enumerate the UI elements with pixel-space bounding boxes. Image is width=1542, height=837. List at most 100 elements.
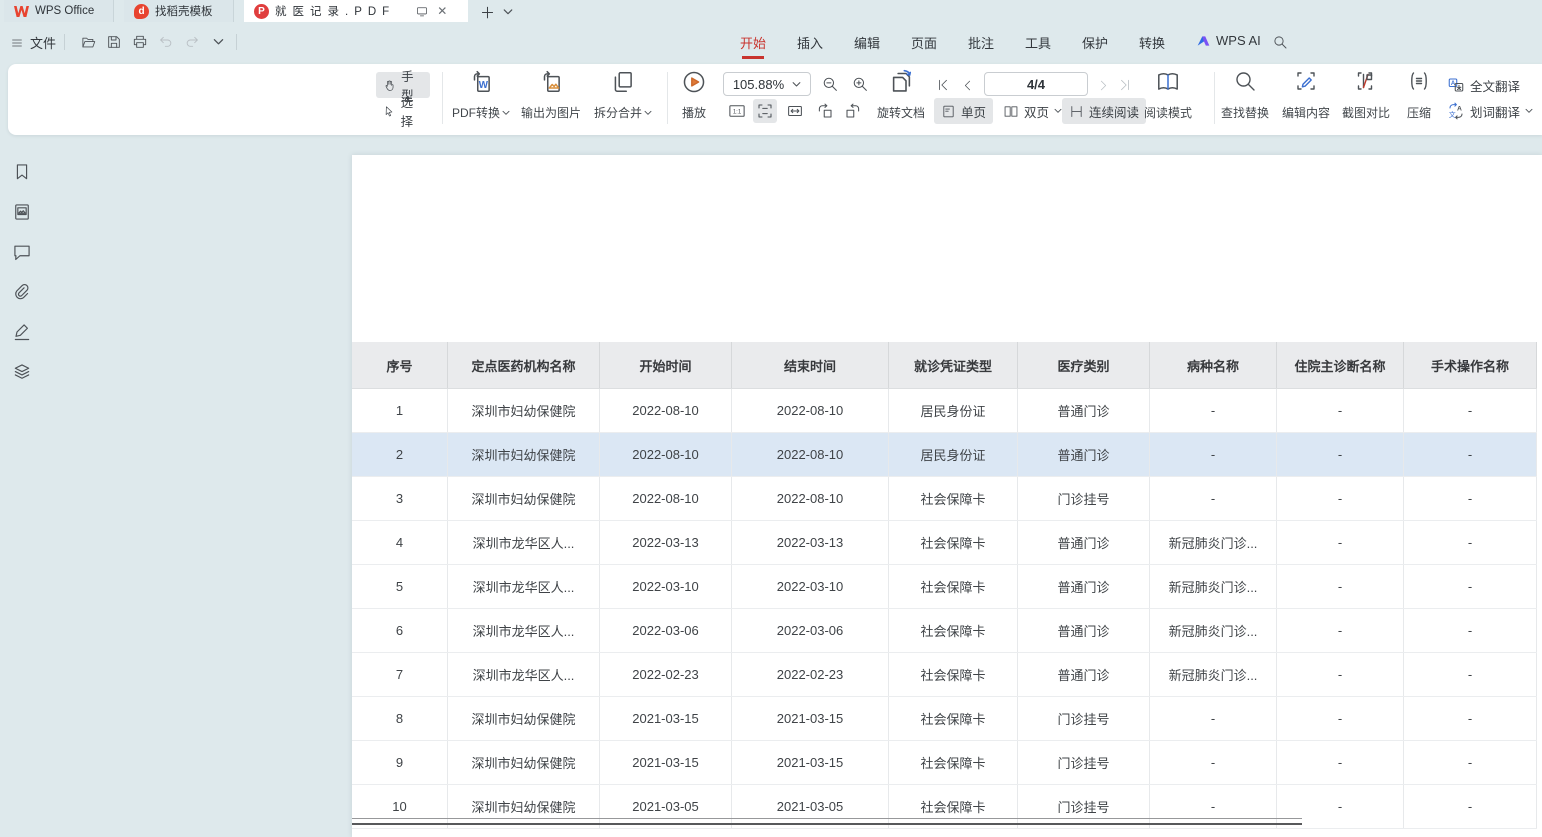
table-cell: 门诊挂号 — [1018, 477, 1150, 520]
layers-panel-button[interactable] — [12, 362, 32, 382]
table-cell: 2022-03-10 — [600, 565, 732, 608]
fit-page-button[interactable] — [753, 99, 777, 123]
chevron-down-icon — [644, 110, 652, 116]
chevron-down-icon — [792, 81, 801, 88]
table-cell: 2021-03-15 — [600, 741, 732, 784]
next-page-button[interactable] — [1094, 76, 1112, 94]
column-header: 结束时间 — [732, 342, 889, 388]
table-cell: 深圳市龙华区人... — [448, 653, 600, 696]
table-cell: 2022-03-13 — [732, 521, 889, 564]
table-cell: 2 — [352, 433, 448, 476]
table-cell: 深圳市妇幼保健院 — [448, 741, 600, 784]
table-cell: 新冠肺炎门诊... — [1150, 565, 1277, 608]
table-cell: 普通门诊 — [1018, 433, 1150, 476]
table-cell: 普通门诊 — [1018, 565, 1150, 608]
find-replace-button[interactable]: 查找替换 — [1216, 67, 1274, 123]
table-cell: 2022-02-23 — [600, 653, 732, 696]
continuous-reading-icon — [1069, 104, 1084, 119]
zoom-level-select[interactable]: 105.88% — [723, 72, 811, 96]
single-page-button[interactable]: 单页 — [934, 98, 993, 124]
rotate-right-button[interactable] — [841, 99, 865, 123]
table-bottom-border — [352, 818, 1302, 825]
play-button[interactable]: 播放 — [668, 67, 720, 123]
comments-panel-button[interactable] — [12, 242, 32, 262]
table-cell: 2022-03-10 — [732, 565, 889, 608]
svg-text:A: A — [1457, 105, 1462, 112]
svg-text:文: 文 — [1449, 110, 1456, 119]
table-cell: 普通门诊 — [1018, 653, 1150, 696]
table-cell: - — [1277, 697, 1404, 740]
last-page-button[interactable] — [1116, 76, 1134, 94]
comment-icon — [12, 242, 32, 262]
thumbnails-panel-button[interactable] — [12, 202, 32, 222]
zoom-in-button[interactable] — [848, 72, 872, 96]
hand-icon — [383, 78, 396, 93]
table-cell: 居民身份证 — [889, 389, 1018, 432]
continuous-reading-button[interactable]: 连续阅读 — [1062, 98, 1146, 124]
screenshot-compare-button[interactable]: 截图对比 — [1337, 67, 1395, 123]
word-translate-button[interactable]: A文 划词翻译 — [1440, 98, 1540, 124]
column-header: 医疗类别 — [1018, 342, 1150, 388]
double-page-button[interactable]: 双页 — [996, 98, 1069, 124]
screenshot-compare-icon — [1354, 69, 1378, 93]
select-tool-button[interactable]: 选择 — [376, 98, 430, 124]
table-cell: - — [1404, 433, 1537, 476]
table-cell: 4 — [352, 521, 448, 564]
table-cell: 2021-03-15 — [732, 741, 889, 784]
table-row: 5深圳市龙华区人...2022-03-102022-03-10社会保障卡普通门诊… — [352, 565, 1537, 609]
page-number-input[interactable]: 4/4 — [984, 72, 1088, 96]
table-cell: - — [1404, 477, 1537, 520]
svg-text:1:1: 1:1 — [733, 110, 742, 116]
previous-page-button[interactable] — [958, 76, 976, 94]
table-cell: - — [1277, 389, 1404, 432]
actual-size-button[interactable]: 1:1 — [725, 99, 749, 123]
split-merge-button[interactable]: 拆分合并 — [589, 67, 657, 123]
export-image-button[interactable]: 输出为图片 — [515, 67, 587, 123]
signature-panel-button[interactable] — [12, 322, 32, 342]
full-text-translate-button[interactable]: A 全文翻译 — [1440, 72, 1527, 98]
find-replace-icon — [1233, 69, 1257, 93]
table-cell: 深圳市妇幼保健院 — [448, 389, 600, 432]
edit-content-button[interactable]: 编辑内容 — [1277, 67, 1335, 123]
attachments-panel-button[interactable] — [12, 282, 32, 302]
table-body: 1深圳市妇幼保健院2022-08-102022-08-10居民身份证普通门诊--… — [352, 389, 1537, 829]
table-cell: - — [1277, 609, 1404, 652]
table-cell: 9 — [352, 741, 448, 784]
table-cell: 门诊挂号 — [1018, 741, 1150, 784]
table-cell: 社会保障卡 — [889, 609, 1018, 652]
table-cell: - — [1404, 785, 1537, 828]
single-page-icon — [941, 104, 956, 119]
table-cell: 2022-08-10 — [732, 433, 889, 476]
bookmark-icon — [12, 162, 32, 182]
pdf-page: 序号定点医药机构名称开始时间结束时间就诊凭证类型医疗类别病种名称住院主诊断名称手… — [352, 155, 1542, 837]
table-row: 3深圳市妇幼保健院2022-08-102022-08-10社会保障卡门诊挂号--… — [352, 477, 1537, 521]
table-cell: - — [1150, 477, 1277, 520]
bookmarks-panel-button[interactable] — [12, 162, 32, 182]
compress-button[interactable]: 压缩 — [1395, 67, 1443, 123]
attachment-icon — [12, 282, 32, 302]
table-cell: - — [1277, 741, 1404, 784]
table-cell: 2022-08-10 — [600, 477, 732, 520]
pdf-convert-icon: W — [468, 69, 494, 95]
table-cell: 居民身份证 — [889, 433, 1018, 476]
rotate-left-button[interactable] — [813, 99, 837, 123]
table-cell: - — [1277, 521, 1404, 564]
rotate-document-button[interactable]: 旋转文档 — [871, 67, 931, 123]
zoom-out-button[interactable] — [818, 72, 842, 96]
thumbnails-icon — [12, 202, 32, 222]
cursor-icon — [383, 104, 396, 119]
table-cell: 深圳市妇幼保健院 — [448, 477, 600, 520]
table-cell: - — [1277, 477, 1404, 520]
table-cell: - — [1150, 389, 1277, 432]
table-cell: 6 — [352, 609, 448, 652]
pdf-convert-button[interactable]: W PDF转换 — [447, 67, 515, 123]
table-cell: 普通门诊 — [1018, 389, 1150, 432]
read-mode-button[interactable]: 阅读模式 — [1140, 67, 1196, 123]
column-header: 病种名称 — [1150, 342, 1277, 388]
table-cell: 普通门诊 — [1018, 609, 1150, 652]
chevron-down-icon — [1054, 108, 1062, 114]
table-cell: 2022-03-06 — [600, 609, 732, 652]
first-page-button[interactable] — [934, 76, 952, 94]
fit-width-button[interactable] — [783, 99, 807, 123]
table-cell: 普通门诊 — [1018, 521, 1150, 564]
